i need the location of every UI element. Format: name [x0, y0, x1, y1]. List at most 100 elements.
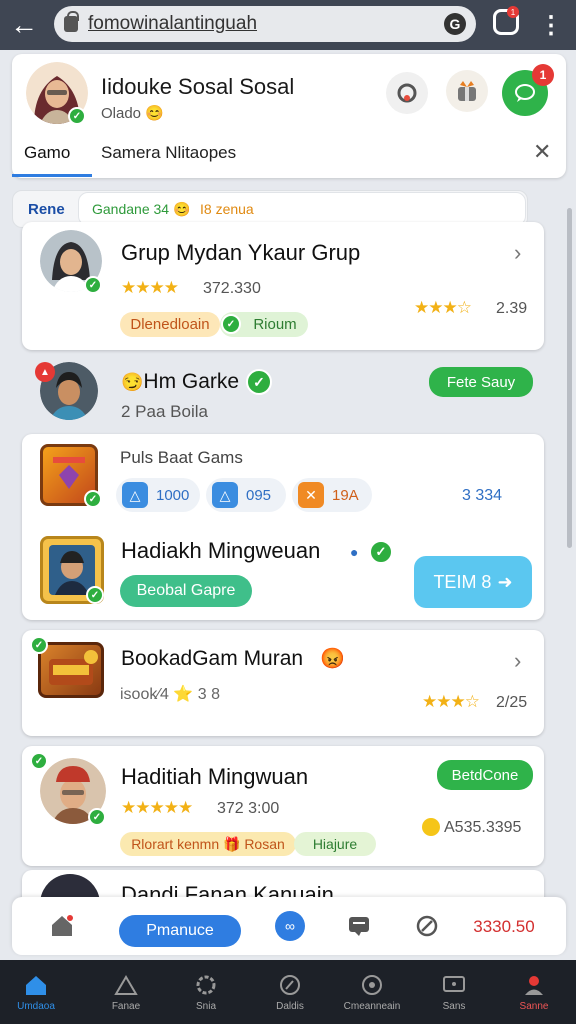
action-button[interactable]: BetdCone: [437, 760, 533, 790]
message-icon: [349, 917, 369, 936]
chip-rene[interactable]: Rene: [28, 201, 65, 218]
tag-pill: Dlenedloain: [120, 312, 220, 337]
close-icon[interactable]: ✕: [533, 139, 551, 165]
droplet-icon: ●: [350, 544, 359, 560]
nav-item-cmeanneain[interactable]: Cmeanneain: [332, 960, 412, 1024]
item-title-text: Hm Garke: [143, 370, 240, 393]
rating-stars-right: ★★★☆: [414, 298, 472, 317]
chevron-right-icon[interactable]: ›: [514, 648, 521, 674]
verified-check-icon: ✓: [88, 808, 106, 826]
item-title: Grup Mydan Ykaur Grup: [121, 240, 361, 265]
coin-icon: [422, 818, 440, 836]
group-header: Puls Baat Gams: [120, 448, 243, 467]
chest-game-icon: [38, 642, 104, 698]
stat-pill[interactable]: △ 1000: [116, 478, 200, 512]
chat-bubble-icon: [515, 84, 535, 102]
profile-header-card: [12, 54, 566, 178]
crossed-swords-icon: ✕: [298, 482, 324, 508]
verified-check-icon: ✓: [84, 490, 102, 508]
tent-icon: [113, 973, 139, 997]
fire-badge-icon: ▲: [35, 362, 55, 382]
target-icon: [359, 973, 385, 997]
stat-value: 095: [246, 486, 272, 504]
profile-subtitle: Olado 😊: [101, 105, 164, 122]
rating-stars: ★★★☆: [422, 692, 480, 711]
nav-label: Umdaoa: [17, 1000, 55, 1012]
nav-item-sans[interactable]: Sans: [414, 960, 494, 1024]
compass-button[interactable]: [413, 912, 441, 940]
message-button[interactable]: [345, 912, 373, 940]
nav-label: Fanae: [111, 1000, 141, 1012]
overflow-menu-icon[interactable]: ⋮: [539, 10, 563, 40]
verified-check-icon: ✓: [369, 540, 393, 564]
home-icon: [23, 973, 49, 997]
chest-icon: [49, 650, 98, 685]
angry-face-icon: 😡: [320, 648, 345, 670]
tabs-count-badge: 1: [507, 6, 519, 18]
nav-item-daldis[interactable]: Daldis: [250, 960, 330, 1024]
nav-label: Daldis: [276, 1000, 304, 1012]
nav-label: Snia: [195, 1000, 216, 1012]
follow-button[interactable]: Fete Sauy: [429, 367, 533, 397]
compass-icon: [416, 915, 438, 937]
triangle-icon: △: [122, 482, 148, 508]
screen-icon: [441, 973, 467, 997]
stat-value: 1000: [156, 486, 190, 504]
tab-samera[interactable]: Samera Nlitaopes: [101, 143, 236, 163]
right-value: 2/25: [496, 694, 528, 711]
refresh-icon: [397, 83, 417, 103]
item-meta: isook∕4 ⭐ 3 8: [120, 686, 220, 703]
nav-item-snia[interactable]: Snia: [166, 960, 246, 1024]
nav-label: Sans: [442, 1000, 466, 1012]
check-icon: ✓: [221, 314, 241, 334]
emoji-icon: 😏: [121, 372, 144, 392]
game-tag-pill[interactable]: Beobal Gapre: [120, 575, 252, 607]
reload-icon[interactable]: G: [444, 13, 466, 35]
rating-value: 372.330: [203, 280, 261, 297]
item-subtitle: 2 Paa Boila: [121, 402, 208, 421]
tab-active-indicator: [12, 174, 92, 177]
rating-value: 372 3:00: [217, 800, 280, 817]
back-arrow-icon[interactable]: ←: [0, 0, 48, 50]
nav-item-sanne[interactable]: Sanne: [494, 960, 574, 1024]
scrollbar[interactable]: [567, 208, 572, 548]
stat-total: 3 334: [462, 487, 503, 504]
team-button[interactable]: TEIM 8 ➜: [414, 556, 532, 608]
stat-pill[interactable]: ✕ 19A: [292, 478, 372, 512]
primary-button[interactable]: Pmanuce: [119, 915, 241, 947]
verified-check-icon: ✓: [84, 276, 102, 294]
url-field[interactable]: fomowinalantinguah G: [54, 6, 476, 42]
nav-item-fanae[interactable]: Fanae: [86, 960, 166, 1024]
link-icon[interactable]: ∞: [275, 911, 305, 941]
verified-check-icon: ✓: [30, 636, 48, 654]
balance-amount: 3330.50: [473, 917, 535, 936]
item-title: 😏Hm Garke: [121, 370, 239, 394]
chip-gandane[interactable]: Gandane 34 😊: [92, 201, 190, 218]
rating-stars: ★★★★: [121, 278, 179, 297]
profile-icon: [521, 973, 547, 997]
arrow-right-icon: ➜: [497, 571, 513, 592]
chevron-right-icon[interactable]: ›: [514, 240, 521, 266]
home-button[interactable]: [46, 910, 78, 942]
tab-gamo[interactable]: Gamo: [24, 143, 70, 163]
stat-pill[interactable]: △ 095: [206, 478, 286, 512]
lock-icon: [64, 11, 79, 32]
drop-icon: △: [212, 482, 238, 508]
item-title: Hadiakh Mingweuan: [121, 538, 321, 563]
compass-icon: [277, 973, 303, 997]
url-text: fomowinalantinguah: [88, 13, 258, 34]
refresh-button[interactable]: [386, 72, 428, 114]
stat-value: 19A: [332, 486, 359, 504]
verified-check-icon: ✓: [68, 107, 86, 125]
tag-pill: Rlorart kenmn 🎁 Rosan: [120, 832, 296, 856]
verified-check-icon: ✓: [86, 586, 104, 604]
chip-zenua[interactable]: I8 zenua: [200, 201, 254, 217]
nav-label: Cmeanneain: [343, 1000, 401, 1012]
verified-check-icon: ✓: [30, 752, 48, 770]
profile-name: Iidouke Sosal Sosal: [101, 74, 295, 99]
home-icon: [52, 915, 73, 936]
gift-button[interactable]: [446, 70, 488, 112]
browser-toolbar: ← fomowinalantinguah G 1 ⋮: [0, 0, 576, 50]
right-value: 2.39: [496, 300, 528, 317]
nav-item-home[interactable]: Umdaoa: [0, 960, 76, 1024]
